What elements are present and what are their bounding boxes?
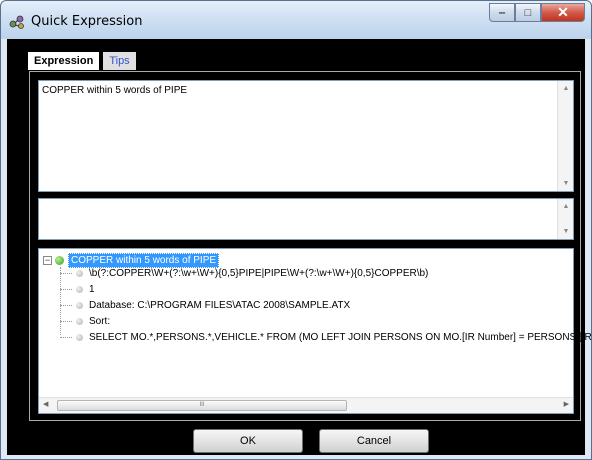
cancel-button[interactable]: Cancel <box>319 429 429 453</box>
green-bullet-icon <box>55 256 64 265</box>
tree-item-count[interactable]: 1 <box>60 284 95 295</box>
gray-bullet-icon <box>76 318 83 325</box>
gray-bullet-icon <box>76 334 83 341</box>
secondary-input[interactable]: ▲ ▼ <box>38 198 574 240</box>
dialog-client-area: Expression Tips COPPER within 5 words of… <box>7 39 592 455</box>
tree-horizontal-scrollbar[interactable]: ◀ III ▶ <box>39 397 573 413</box>
tree-item-regex[interactable]: \b(?:COPPER\W+(?:\w+\W+){0,5}PIPE|PIPE\W… <box>60 268 428 279</box>
scroll-left-icon[interactable]: ◀ <box>43 400 48 408</box>
scroll-grip-icon: III <box>199 402 205 408</box>
tree-connector <box>60 321 72 322</box>
title-bar[interactable]: Quick Expression ‒ □ ✕ <box>1 1 591 39</box>
tree-root-node[interactable]: − COPPER within 5 words of PIPE <box>43 253 220 268</box>
ok-button[interactable]: OK <box>193 429 303 453</box>
secondary-vertical-scrollbar[interactable]: ▲ ▼ <box>557 199 573 239</box>
tree-item-label: Sort: <box>89 316 111 327</box>
tab-expression-label: Expression <box>34 55 94 67</box>
expression-input[interactable]: COPPER within 5 words of PIPE ▲ ▼ <box>38 80 574 192</box>
tree-root-label[interactable]: COPPER within 5 words of PIPE <box>68 253 220 268</box>
scroll-down-icon[interactable]: ▼ <box>558 180 574 187</box>
scroll-down-icon[interactable]: ▼ <box>558 228 574 235</box>
tree-item-label: \b(?:COPPER\W+(?:\w+\W+){0,5}PIPE|PIPE\W… <box>89 268 429 279</box>
tree-item-sort[interactable]: Sort: <box>60 316 110 327</box>
gray-bullet-icon <box>76 270 83 277</box>
tree-item-sql[interactable]: SELECT MO.*,PERSONS.*,VEHICLE.* FROM (MO… <box>60 332 592 343</box>
tree-item-database[interactable]: Database: C:\PROGRAM FILES\ATAC 2008\SAM… <box>60 300 350 311</box>
tab-tips-label: Tips <box>109 55 130 67</box>
close-icon: ✕ <box>557 4 569 20</box>
gray-bullet-icon <box>76 286 83 293</box>
tree-item-label: Database: C:\PROGRAM FILES\ATAC 2008\SAM… <box>89 300 351 311</box>
expression-text: COPPER within 5 words of PIPE <box>42 85 188 96</box>
cancel-button-label: Cancel <box>356 435 392 447</box>
quick-expression-window: Quick Expression ‒ □ ✕ Expression Tips C… <box>0 0 592 460</box>
tree-connector <box>60 337 72 338</box>
expression-tree: − COPPER within 5 words of PIPE \b(?:COP… <box>38 248 592 414</box>
dialog-buttons: OK Cancel <box>7 429 585 455</box>
tree-connector <box>60 305 72 306</box>
expression-vertical-scrollbar[interactable]: ▲ ▼ <box>557 81 573 191</box>
caption-buttons: ‒ □ ✕ <box>489 3 585 23</box>
maximize-button[interactable]: □ <box>515 3 541 22</box>
close-button[interactable]: ✕ <box>541 3 585 22</box>
scroll-right-icon[interactable]: ▶ <box>564 400 569 408</box>
tree-connector <box>60 289 72 290</box>
scroll-thumb[interactable]: III <box>57 400 347 411</box>
tree-connector <box>60 273 72 274</box>
scroll-up-icon[interactable]: ▲ <box>558 203 574 210</box>
maximize-icon: □ <box>524 6 532 19</box>
tab-strip: Expression Tips <box>27 51 137 71</box>
tab-tips[interactable]: Tips <box>102 51 137 71</box>
scroll-up-icon[interactable]: ▲ <box>558 85 574 92</box>
minimize-button[interactable]: ‒ <box>489 3 515 22</box>
app-icon <box>9 15 24 29</box>
tab-expression[interactable]: Expression <box>27 51 101 71</box>
tree-item-label: 1 <box>89 284 95 295</box>
window-title: Quick Expression <box>31 14 143 29</box>
ok-button-label: OK <box>240 435 256 447</box>
minimize-icon: ‒ <box>498 6 506 19</box>
gray-bullet-icon <box>76 302 83 309</box>
collapse-icon[interactable]: − <box>43 256 52 265</box>
tree-item-label: SELECT MO.*,PERSONS.*,VEHICLE.* FROM (MO… <box>89 332 592 343</box>
expression-panel: COPPER within 5 words of PIPE ▲ ▼ ▲ ▼ − … <box>29 71 592 421</box>
